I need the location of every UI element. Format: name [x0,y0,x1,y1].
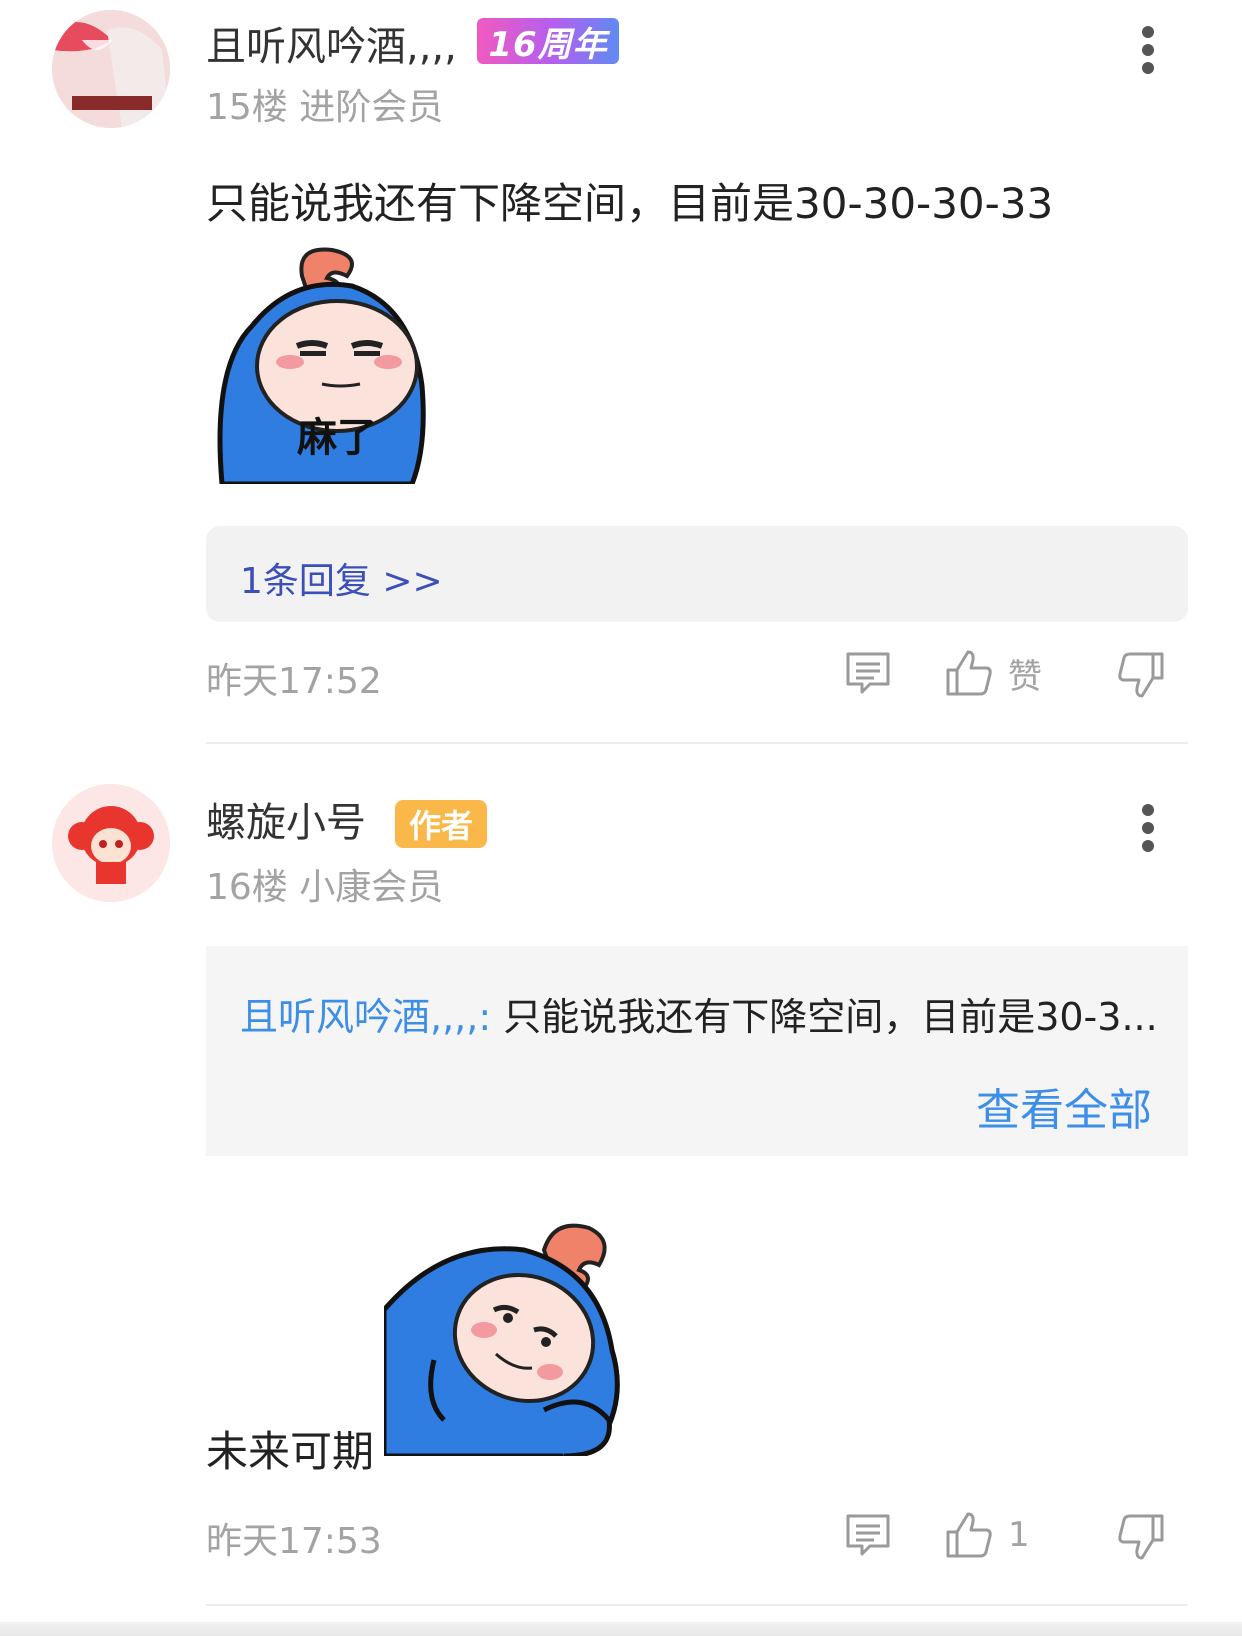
thumbs-down-icon [1118,652,1164,698]
sticker-image[interactable] [381,1220,630,1459]
like-count: 1 [1008,1515,1030,1555]
floor-meta: 15楼 进阶会员 [206,78,443,130]
reply-count-link[interactable]: 1条回复 >> [240,552,443,604]
post-time: 昨天17:52 [206,661,382,702]
author-badge: 作者 [395,800,487,848]
quoted-username[interactable]: 且听风吟酒,,,,: [240,995,491,1039]
post-time: 昨天17:53 [206,1521,382,1562]
username[interactable]: 且听风吟酒,,,, [206,14,457,72]
bottom-edge [0,1622,1242,1636]
sticker-caption: 麻了 [297,415,377,461]
post-divider [206,1604,1188,1606]
thumbs-up-icon [946,650,992,696]
comment-icon [846,1514,890,1556]
thumbs-up-icon [946,1512,992,1558]
more-vertical-icon[interactable] [1130,20,1166,80]
member-level: 进阶会员 [299,87,444,128]
more-vertical-icon[interactable] [1130,798,1166,858]
username[interactable]: 螺旋小号 [206,790,366,848]
like-button[interactable]: 赞 [944,648,1042,698]
floor-meta: 16楼 小康会员 [206,858,443,910]
quoted-text: 只能说我还有下降空间，目前是30-3... [491,995,1158,1039]
dislike-button[interactable] [1116,1512,1166,1562]
like-button[interactable]: 1 [944,1510,1030,1560]
sticker-image[interactable]: 麻了 [212,246,432,487]
post-divider [206,742,1188,744]
dislike-button[interactable] [1116,650,1166,700]
quoted-reply-box[interactable]: 且听风吟酒,,,,: 只能说我还有下降空间，目前是30-3... 查看全部 [206,946,1188,1156]
avatar[interactable] [52,10,170,128]
post-content: 只能说我还有下降空间，目前是30-30-30-33 [206,179,1054,228]
reply-summary-box[interactable]: 1条回复 >> [206,526,1188,622]
anniversary-badge: 16周年 [477,18,619,65]
floor-number: 16楼 [206,867,288,908]
like-label: 赞 [1008,656,1042,697]
comment-button[interactable] [844,1512,892,1558]
comment-button[interactable] [844,650,892,696]
member-level: 小康会员 [299,867,444,908]
quoted-line: 且听风吟酒,,,,: 只能说我还有下降空间，目前是30-3... [240,986,1160,1041]
thumbs-down-icon [1118,1514,1164,1560]
post-content: 未来可期 [206,1427,375,1476]
avatar[interactable] [52,784,170,902]
comment-icon [846,652,890,694]
view-all-link[interactable]: 查看全部 [976,1074,1152,1138]
floor-number: 15楼 [206,87,288,128]
